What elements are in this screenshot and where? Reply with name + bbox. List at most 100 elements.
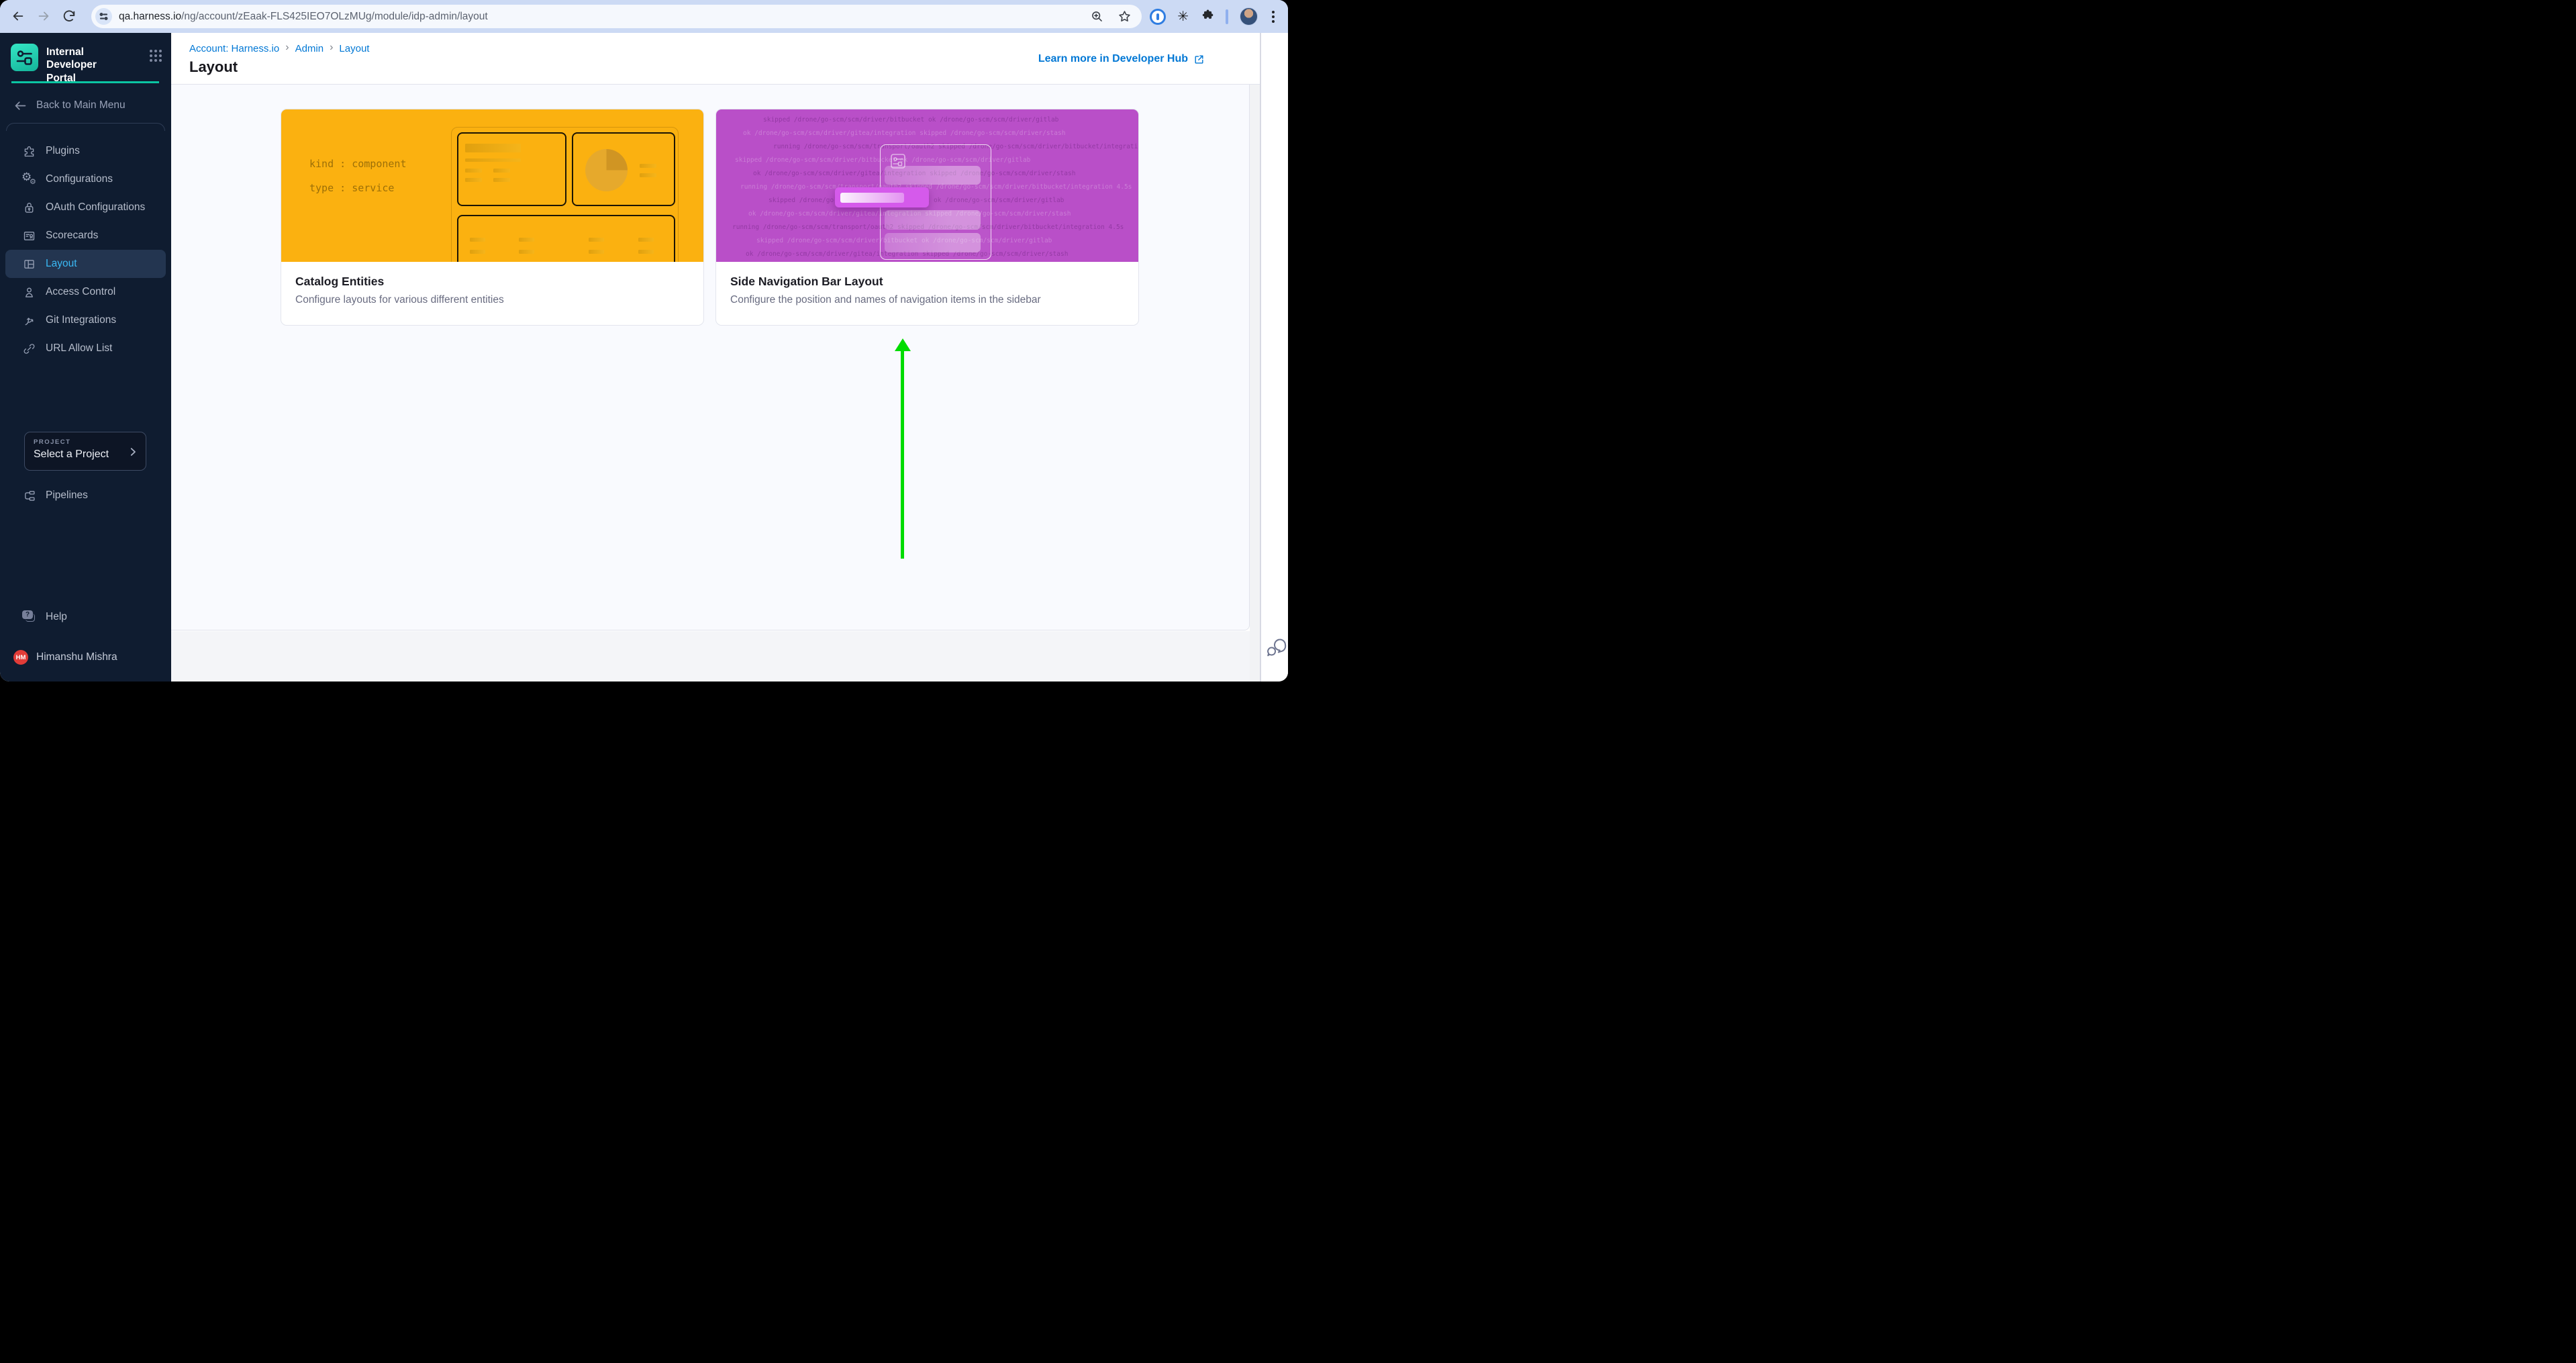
browser-menu-icon[interactable] <box>1269 8 1277 26</box>
layout-icon <box>22 257 36 271</box>
entity-chart-widget <box>572 132 675 206</box>
breadcrumb-account[interactable]: Account: Harness.io <box>189 43 279 54</box>
entity-about-widget <box>457 132 566 206</box>
gears-icon: ⚙⚙ <box>22 173 36 187</box>
pipelines-row: Pipelines <box>0 481 171 510</box>
green-arrow-head <box>895 338 911 351</box>
nav-item-placeholder <box>885 233 981 252</box>
extensions-puzzle-icon[interactable] <box>1200 8 1214 26</box>
help-chat-icon: ? <box>22 610 36 624</box>
site-info-icon[interactable] <box>95 8 112 25</box>
breadcrumb-layout[interactable]: Layout <box>339 43 369 54</box>
support-chat-icon[interactable] <box>1266 635 1288 659</box>
accent-rule <box>11 81 159 83</box>
sidebar-item-label: URL Allow List <box>46 342 112 355</box>
external-link-icon <box>1193 54 1205 65</box>
user-row[interactable]: HM Himanshu Mishra <box>13 650 117 665</box>
content-gutter-divider <box>1260 33 1261 682</box>
module-grid-icon[interactable] <box>150 50 162 62</box>
project-eyebrow: PROJECT <box>34 438 137 446</box>
breadcrumb-separator: › <box>285 42 289 55</box>
sidebar-item-plugins[interactable]: Plugins <box>5 137 166 165</box>
zoom-icon[interactable] <box>1090 9 1104 23</box>
sidebar-item-layout[interactable]: Layout <box>5 250 166 278</box>
catalog-entities-card[interactable]: kind : component type : service <box>281 109 704 326</box>
project-value: Select a Project <box>34 449 137 461</box>
side-nav-illustration: skipped /drone/go-scm/scm/driver/bitbuck… <box>716 109 1138 262</box>
sidebar: Internal Developer Portal Back to Main M… <box>0 33 171 682</box>
help-row: ? Help <box>0 603 171 631</box>
sidebar-item-label: Pipelines <box>46 489 88 502</box>
screen: qa.harness.io/ng/account/zEaak-FLS425IEO… <box>0 0 1288 682</box>
yaml-type-line: type : service <box>309 182 394 194</box>
sidebar-item-git-integrations[interactable]: Git Integrations <box>5 306 166 334</box>
footer-strip <box>171 631 1250 682</box>
git-branch-icon <box>22 314 36 328</box>
learn-more-label: Learn more in Developer Hub <box>1038 53 1188 65</box>
green-arrow-stem <box>901 350 904 559</box>
learn-more-link[interactable]: Learn more in Developer Hub <box>1038 53 1205 65</box>
address-bar[interactable]: qa.harness.io/ng/account/zEaak-FLS425IEO… <box>91 5 1142 28</box>
extension-spinner-icon[interactable]: ✳ <box>1177 10 1189 23</box>
sidebar-item-pipelines[interactable]: Pipelines <box>5 481 166 510</box>
breadcrumb-admin[interactable]: Admin <box>295 43 324 54</box>
side-nav-layout-card[interactable]: skipped /drone/go-scm/scm/driver/bitbuck… <box>715 109 1139 326</box>
sidebar-item-label: Access Control <box>46 286 115 298</box>
browser-window: qa.harness.io/ng/account/zEaak-FLS425IEO… <box>0 0 1288 682</box>
page-header: Account: Harness.io › Admin › Layout Lay… <box>171 33 1260 85</box>
back-icon[interactable] <box>11 9 27 25</box>
user-name: Himanshu Mishra <box>36 651 117 663</box>
card-description: Configure the position and names of navi… <box>730 294 1124 306</box>
card-description: Configure layouts for various different … <box>295 294 689 306</box>
entity-table-widget <box>457 215 675 262</box>
layout-cards: kind : component type : service <box>281 109 1139 326</box>
catalog-entities-illustration: kind : component type : service <box>281 109 703 262</box>
product-title: Internal Developer Portal <box>46 44 128 85</box>
person-icon <box>22 285 36 299</box>
sidebar-item-url-allow-list[interactable]: URL Allow List <box>5 334 166 363</box>
card-title: Catalog Entities <box>295 275 689 289</box>
nav-item-dragged <box>835 187 929 207</box>
sidebar-item-label: Help <box>46 611 67 623</box>
scorecard-icon <box>22 229 36 243</box>
sidebar-item-label: Layout <box>46 258 77 270</box>
url-path: /ng/account/zEaak-FLS425IEO7OLzMUg/modul… <box>181 11 488 22</box>
sidebar-item-label: Configurations <box>46 173 113 185</box>
sidebar-item-configurations[interactable]: ⚙⚙ Configurations <box>5 165 166 193</box>
sidebar-item-access-control[interactable]: Access Control <box>5 278 166 306</box>
page-title: Layout <box>189 58 238 76</box>
lock-icon <box>22 201 36 215</box>
brand: Internal Developer Portal <box>11 44 162 85</box>
forward-icon[interactable] <box>36 9 52 25</box>
back-label: Back to Main Menu <box>36 99 126 111</box>
url-domain: qa.harness.io <box>119 11 181 22</box>
breadcrumb-separator: › <box>330 42 333 55</box>
menu-section-divider <box>6 123 165 131</box>
scrollbar-track[interactable] <box>1250 85 1260 682</box>
content-panel: kind : component type : service <box>171 85 1250 630</box>
profile-avatar[interactable] <box>1240 7 1258 26</box>
user-avatar: HM <box>13 650 28 665</box>
chevron-right-icon <box>127 446 139 458</box>
bookmark-star-icon[interactable] <box>1118 9 1132 23</box>
password-manager-icon[interactable] <box>1150 9 1166 25</box>
reload-icon[interactable] <box>62 9 78 25</box>
sidebar-item-oauth-configurations[interactable]: OAuth Configurations <box>5 193 166 222</box>
yaml-kind-line: kind : component <box>309 158 407 170</box>
toolbar-separator <box>1226 9 1228 24</box>
idp-logo-icon <box>11 44 38 71</box>
pipelines-icon <box>22 489 36 503</box>
link-icon <box>22 342 36 356</box>
sidebar-item-help[interactable]: ? Help <box>5 603 166 631</box>
breadcrumb: Account: Harness.io › Admin › Layout <box>189 42 369 55</box>
sidebar-item-label: OAuth Configurations <box>46 201 145 214</box>
sidebar-item-scorecards[interactable]: Scorecards <box>5 222 166 250</box>
back-to-main-menu[interactable]: Back to Main Menu <box>13 97 126 114</box>
sidebar-item-label: Scorecards <box>46 230 98 242</box>
sidebar-item-label: Git Integrations <box>46 314 116 326</box>
url-text[interactable]: qa.harness.io/ng/account/zEaak-FLS425IEO… <box>119 11 488 23</box>
sidebar-item-label: Plugins <box>46 145 80 157</box>
project-selector[interactable]: PROJECT Select a Project <box>24 432 146 471</box>
sidebar-menu: Plugins ⚙⚙ Configurations OAuth Configur… <box>0 137 171 363</box>
card-title: Side Navigation Bar Layout <box>730 275 1124 289</box>
